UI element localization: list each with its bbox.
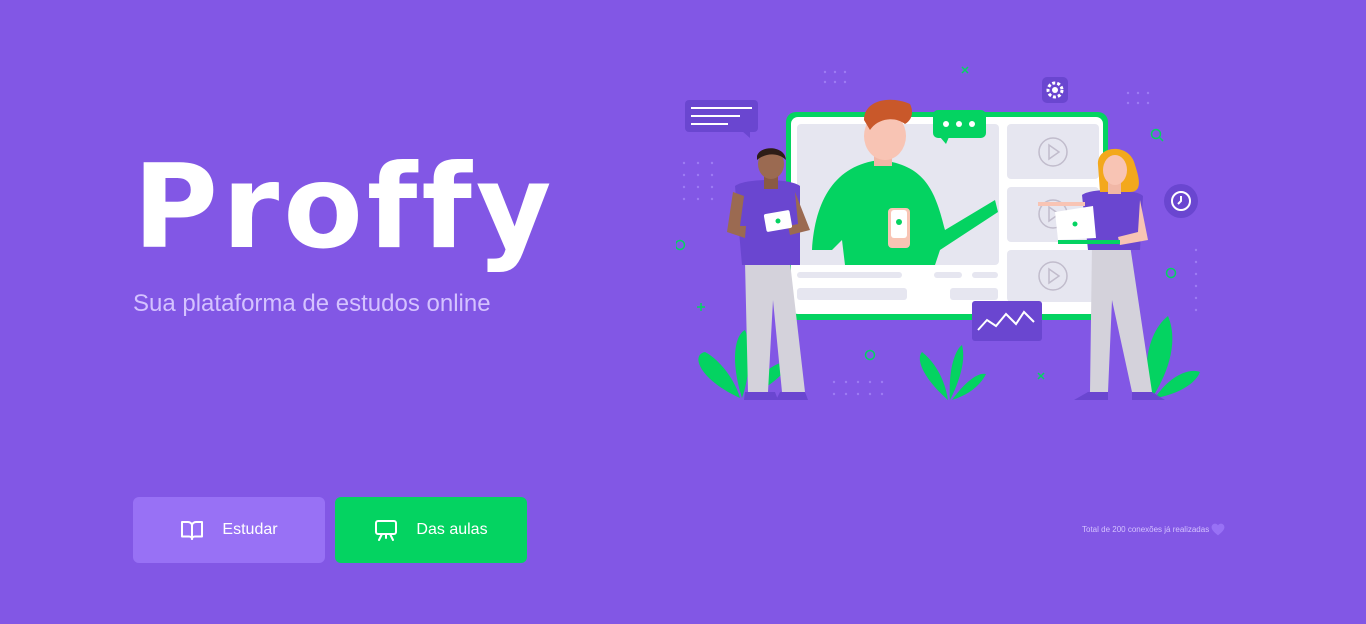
study-button[interactable]: Estudar bbox=[133, 497, 325, 563]
hero-illustration bbox=[676, 66, 1200, 400]
total-connections: Total de 200 conexões já realizadas bbox=[1082, 523, 1225, 536]
heart-icon bbox=[1211, 523, 1225, 536]
total-connections-text: Total de 200 conexões já realizadas bbox=[1082, 525, 1210, 534]
study-button-label: Estudar bbox=[222, 521, 278, 538]
logo: Proffy bbox=[133, 140, 556, 275]
book-icon bbox=[181, 521, 204, 540]
give-classes-button[interactable]: Das aulas bbox=[335, 497, 527, 563]
tagline: Sua plataforma de estudos online bbox=[133, 290, 491, 317]
presentation-icon bbox=[375, 520, 398, 541]
give-classes-button-label: Das aulas bbox=[416, 521, 488, 538]
